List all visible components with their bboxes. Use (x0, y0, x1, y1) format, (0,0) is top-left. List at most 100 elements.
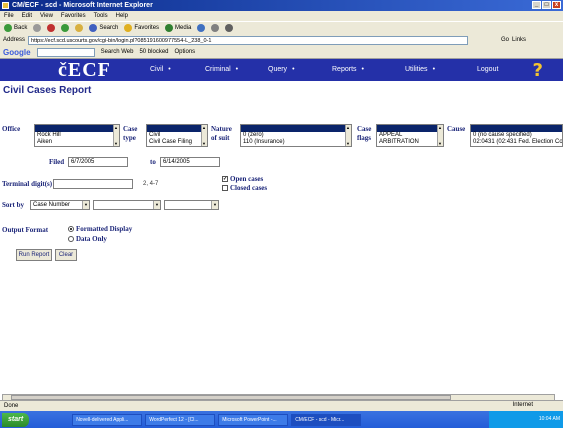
cause-option[interactable]: 0 (no cause specified) (471, 132, 562, 139)
menu-favorites[interactable]: Favorites (61, 13, 86, 19)
flags-label-1: Case (357, 125, 372, 133)
formatted-display-radio[interactable]: Formatted Display (68, 225, 132, 233)
home-icon[interactable] (75, 24, 84, 32)
address-bar: Address https://ecf.scd.uscourts.gov/cgi… (0, 34, 563, 46)
nature-option[interactable]: 110 (Insurance) (241, 139, 351, 146)
data-only-radio[interactable]: Data Only (68, 235, 107, 243)
system-tray: 10:04 AM (489, 411, 563, 428)
radio-button[interactable] (68, 236, 74, 242)
search-button[interactable]: Search (89, 24, 118, 32)
google-search-web-button[interactable]: Search Web (101, 49, 134, 55)
taskbar-item[interactable]: Microsoft PowerPoint -... (218, 413, 289, 426)
status-text: Done (4, 403, 19, 409)
close-button[interactable]: x (552, 1, 561, 9)
nav-criminal[interactable]: Criminal • (205, 66, 238, 73)
case-type-option[interactable]: Civil Case Filing (147, 139, 207, 146)
flags-option[interactable]: APPEAL (377, 132, 443, 139)
filed-to-input[interactable]: 6/14/2005 (160, 157, 220, 167)
menu-view[interactable]: View (40, 13, 53, 19)
nav-civil[interactable]: Civil • (150, 66, 171, 73)
google-toolbar: Google Search Web 50 blocked Options (0, 46, 563, 59)
taskbar-item[interactable]: WordPerfect 12 - [Cl... (145, 413, 216, 426)
start-button[interactable]: start (2, 412, 30, 427)
star-icon (124, 24, 133, 32)
links-button[interactable]: Links (512, 37, 526, 43)
checkbox-box[interactable] (222, 185, 228, 191)
address-input[interactable]: https://ecf.scd.uscourts.gov/cgi-bin/log… (28, 35, 469, 45)
office-label: Office (2, 125, 21, 133)
stop-icon[interactable] (47, 24, 56, 32)
menu-file[interactable]: File (4, 13, 14, 19)
cause-option[interactable]: 02:0431 (02:431 Fed. Election Commission… (471, 139, 562, 146)
filed-to-label: to (150, 158, 156, 166)
forward-arrow-icon[interactable] (33, 24, 42, 32)
mail-icon[interactable] (211, 24, 220, 32)
browser-toolbar: Back Search Favorites Media (0, 21, 563, 34)
taskbar-item[interactable]: Novell-delivered Appli... (72, 413, 143, 426)
checkbox-box[interactable]: ✓ (222, 176, 228, 182)
open-cases-checkbox[interactable]: ✓ Open cases (222, 175, 263, 183)
address-label: Address (3, 37, 26, 43)
filed-label: Filed (49, 158, 65, 166)
help-icon[interactable]: ? (533, 60, 543, 81)
nav-query[interactable]: Query • (268, 66, 295, 73)
sort-by-select-3[interactable]: ▼ (164, 200, 219, 210)
run-report-button[interactable]: Run Report (16, 249, 52, 261)
minimize-button[interactable]: _ (532, 1, 541, 9)
nature-option[interactable]: 0 (zero) (241, 132, 351, 139)
office-option[interactable]: Rock Hill (35, 132, 119, 139)
menu-edit[interactable]: Edit (22, 13, 32, 19)
google-options-button[interactable]: Options (175, 49, 196, 55)
print-icon[interactable] (225, 24, 234, 32)
nav-reports[interactable]: Reports • (332, 66, 364, 73)
sort-by-select-1[interactable]: Case Number ▼ (30, 200, 90, 210)
case-flags-listbox[interactable]: APPEAL ARBITRATION (376, 124, 444, 147)
terminal-digits-hint: 2, 4-7 (143, 181, 159, 187)
clock: 10:04 AM (538, 416, 560, 422)
listbox-scrollbar[interactable] (437, 125, 443, 146)
popup-blocked-indicator[interactable]: 50 blocked (139, 49, 168, 55)
nature-of-suit-listbox[interactable]: 0 (zero) 110 (Insurance) (240, 124, 352, 147)
go-button[interactable]: Go (501, 37, 509, 43)
flags-label-2: flags (357, 134, 371, 142)
nav-utilities[interactable]: Utilities • (405, 66, 435, 73)
window-titlebar: CM/ECF - scd - Microsoft Internet Explor… (0, 0, 563, 11)
nav-logout[interactable]: Logout (477, 66, 498, 73)
cause-listbox[interactable]: 0 (no cause specified) 02:0431 (02:431 F… (470, 124, 563, 147)
windows-taskbar: start Novell-delivered Appli... WordPerf… (0, 411, 563, 428)
terminal-digits-input[interactable] (53, 179, 133, 189)
menu-help[interactable]: Help (116, 13, 128, 19)
listbox-scrollbar[interactable] (113, 125, 119, 146)
case-type-option[interactable]: Civil (147, 132, 207, 139)
clear-button[interactable]: Clear (55, 249, 77, 261)
office-option[interactable]: Aiken (35, 139, 119, 146)
history-icon[interactable] (197, 24, 206, 32)
listbox-scrollbar[interactable] (201, 125, 207, 146)
refresh-icon[interactable] (61, 24, 70, 32)
cause-label: Cause (447, 125, 466, 133)
media-button[interactable]: Media (165, 24, 191, 32)
closed-cases-checkbox[interactable]: Closed cases (222, 184, 267, 192)
filed-from-input[interactable]: 6/7/2005 (68, 157, 128, 167)
radio-button[interactable] (68, 226, 74, 232)
sort-by-select-2[interactable]: ▼ (93, 200, 161, 210)
menu-tools[interactable]: Tools (94, 13, 108, 19)
google-search-input[interactable] (36, 47, 95, 57)
listbox-highlight (241, 125, 351, 132)
listbox-scrollbar[interactable] (345, 125, 351, 146)
page-title: Civil Cases Report (3, 85, 92, 96)
favorites-button[interactable]: Favorites (124, 24, 159, 32)
media-icon (165, 24, 174, 32)
back-button[interactable]: Back (4, 24, 27, 32)
ecf-logo: čECF (58, 59, 111, 81)
chevron-down-icon: ▼ (211, 201, 218, 209)
listbox-highlight (35, 125, 119, 132)
office-listbox[interactable]: Rock Hill Aiken (34, 124, 120, 147)
sort-by-label: Sort by (2, 201, 24, 209)
maximize-button[interactable]: □ (542, 1, 551, 9)
taskbar-item[interactable]: CM/ECF - scd - Micr... (291, 413, 362, 426)
flags-option[interactable]: ARBITRATION (377, 139, 443, 146)
listbox-highlight (471, 125, 562, 132)
window-controls: _ □ x (532, 1, 561, 9)
case-type-listbox[interactable]: Civil Civil Case Filing (146, 124, 208, 147)
